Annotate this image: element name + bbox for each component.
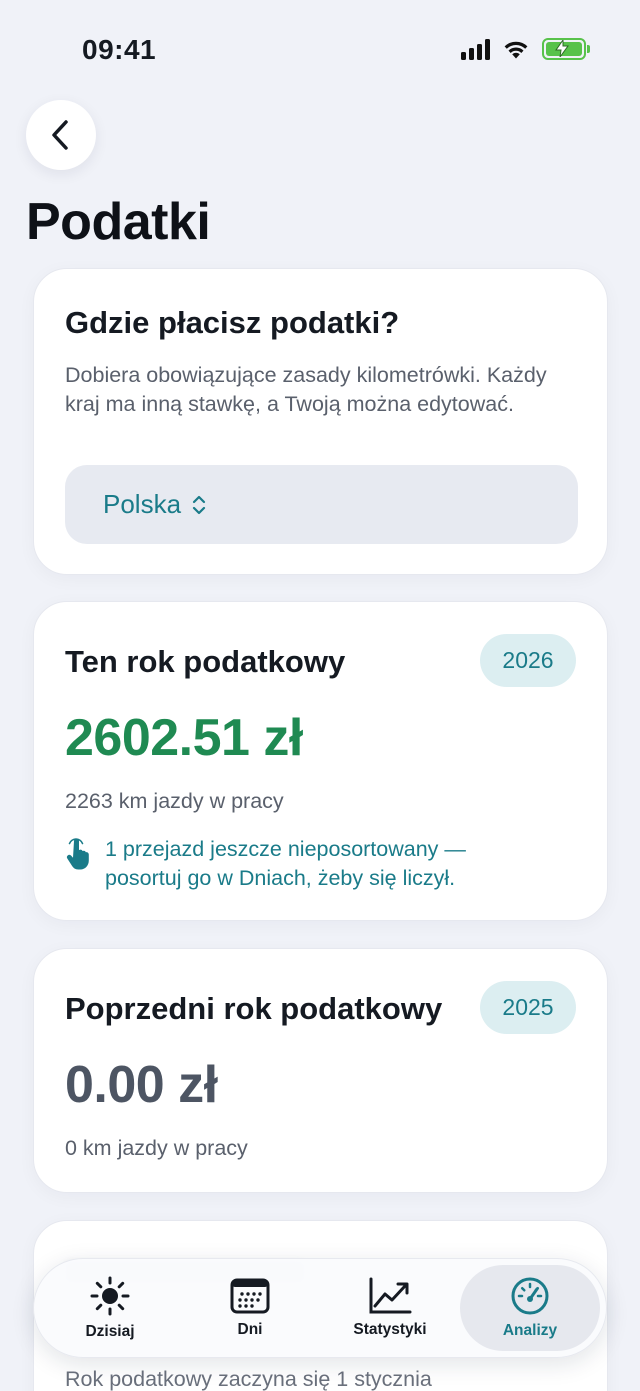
year-badge: 2025 <box>480 981 576 1034</box>
current-year-amount: 2602.51 zł <box>65 709 303 767</box>
previous-year-amount: 0.00 zł <box>65 1056 218 1114</box>
tax-country-card: Gdzie płacisz podatki? Dobiera obowiązuj… <box>33 268 608 575</box>
tab-statystyki[interactable]: Statystyki <box>320 1265 460 1351</box>
tab-label: Analizy <box>502 1322 558 1339</box>
tab-label: Dni <box>237 1321 263 1338</box>
tab-dzisiaj[interactable]: Dzisiaj <box>40 1265 180 1351</box>
current-year-km: 2263 km jazdy w pracy <box>65 789 284 813</box>
country-select-value: Polska <box>103 489 182 519</box>
unsorted-trip-notice[interactable]: 1 przejazd jeszcze nieposortowany — poso… <box>65 835 545 893</box>
tab-label: Dzisiaj <box>85 1323 135 1340</box>
tab-bar: Dzisiaj Dni Statystyki Analizy <box>33 1258 607 1358</box>
wifi-icon <box>504 41 528 59</box>
previous-year-km: 0 km jazdy w pracy <box>65 1136 248 1160</box>
sun-icon <box>90 1276 130 1316</box>
cellular-signal-icon <box>461 38 490 60</box>
page-title: Podatki <box>26 193 211 251</box>
tap-hand-icon <box>66 838 89 870</box>
tax-country-title: Gdzie płacisz podatki? <box>65 305 400 340</box>
tax-country-description: Dobiera obowiązujące zasady kilometrówki… <box>65 363 547 416</box>
previous-year-title: Poprzedni rok podatkowy <box>65 991 443 1026</box>
status-icons <box>461 38 590 60</box>
back-button[interactable] <box>26 100 96 170</box>
tax-year-start-text: Rok podatkowy zaczyna się 1 stycznia <box>65 1367 432 1391</box>
chevron-left-icon <box>52 120 68 150</box>
gauge-icon <box>511 1277 549 1315</box>
previous-tax-year-card[interactable]: Poprzedni rok podatkowy 2025 0.00 zł 0 k… <box>33 948 608 1193</box>
current-tax-year-card[interactable]: Ten rok podatkowy 2026 2602.51 zł 2263 k… <box>33 601 608 921</box>
chart-icon <box>369 1277 412 1314</box>
current-year-title: Ten rok podatkowy <box>65 644 346 679</box>
tab-analizy[interactable]: Analizy <box>460 1265 600 1351</box>
country-select[interactable]: Polska <box>65 465 578 544</box>
tab-label: Statystyki <box>353 1321 427 1338</box>
year-badge: 2026 <box>480 634 576 687</box>
tab-dni[interactable]: Dni <box>180 1265 320 1351</box>
status-bar: 09:41 <box>0 0 640 100</box>
status-time: 09:41 <box>82 34 157 65</box>
battery-charging-icon <box>542 38 590 60</box>
calendar-icon <box>230 1278 270 1314</box>
unsorted-trip-notice-text: 1 przejazd jeszcze nieposortowany — poso… <box>105 837 466 890</box>
chevron-up-down-icon <box>192 495 206 514</box>
